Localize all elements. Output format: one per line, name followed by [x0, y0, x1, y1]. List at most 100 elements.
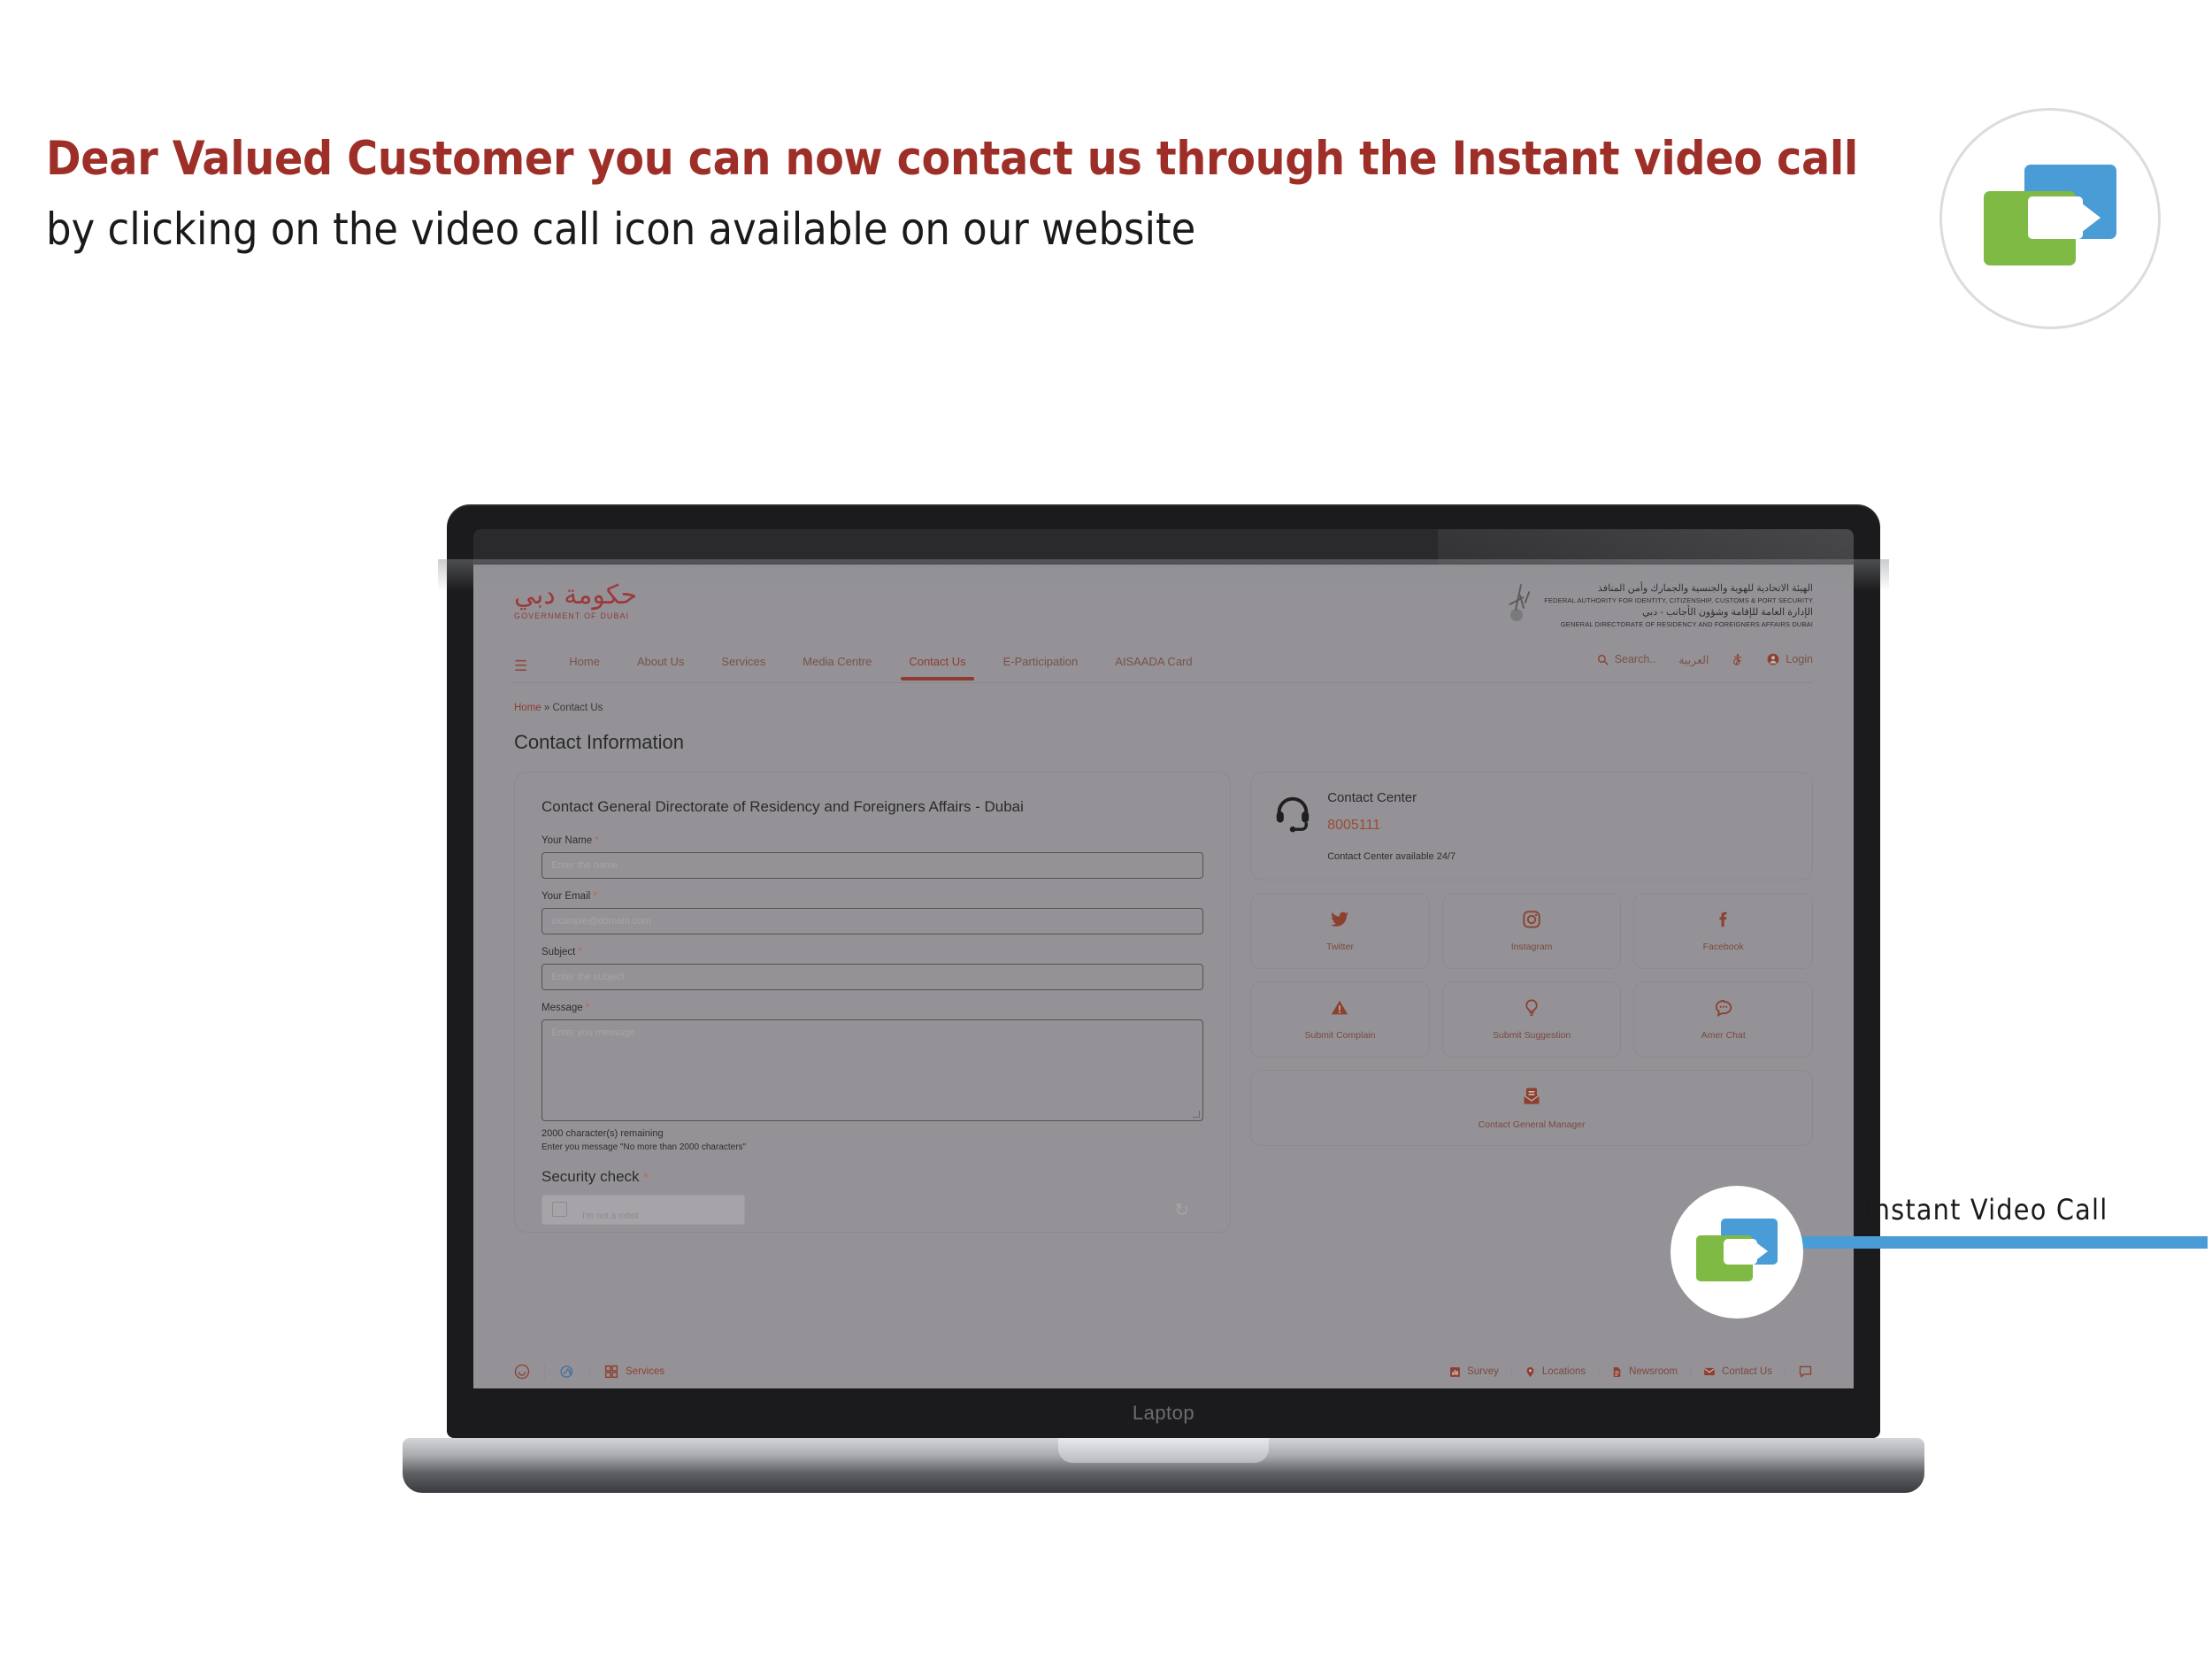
characters-remaining: 2000 character(s) remaining [541, 1127, 664, 1139]
footer-locations-link[interactable]: Locations [1512, 1365, 1600, 1378]
search-icon [1597, 654, 1609, 665]
laptop-lid: حكومة دبي GOVERNMENT OF DUBAI FEDERAL AU… [447, 504, 1880, 1438]
footer-chat-button[interactable] [1786, 1365, 1813, 1380]
recaptcha-widget[interactable]: I'm not a robot ↻ [541, 1194, 1203, 1225]
tile-submit-suggestion[interactable]: Submit Suggestion [1441, 980, 1622, 1057]
lightbulb-icon [1522, 998, 1541, 1019]
contact-center-card: Contact Center 8005111 Contact Center av… [1250, 771, 1813, 880]
accessibility-icon [1733, 654, 1742, 665]
footer-link-label: Contact Us [1722, 1366, 1772, 1377]
label-your-name: Your Name * [541, 835, 1203, 846]
nav-item-contact-us[interactable]: Contact Us [890, 650, 984, 682]
tile-submit-complain[interactable]: Submit Complain [1250, 980, 1430, 1057]
quick-links-grid: Twitter Instagram Facebook Submit Compla… [1250, 892, 1813, 1146]
tile-facebook[interactable]: Facebook [1633, 892, 1813, 969]
contact-form-card: Contact General Directorate of Residency… [514, 771, 1232, 1233]
federal-english-line-1: FEDERAL AUTHORITY FOR IDENTITY, CITIZENS… [1544, 596, 1813, 604]
required-mark: * [593, 890, 597, 902]
sign-language-icon[interactable] [545, 1364, 590, 1380]
footer-newsroom-link[interactable]: Newsroom [1599, 1365, 1692, 1378]
facebook-icon [1714, 910, 1733, 931]
footer-left-group: Services [514, 1364, 679, 1380]
poster-canvas: Dear Valued Customer you can now contact… [0, 0, 2212, 1661]
language-toggle[interactable]: العربية [1678, 653, 1709, 666]
security-check-label: Security check [541, 1167, 640, 1185]
tile-label: Twitter [1326, 941, 1354, 952]
form-title: Contact General Directorate of Residency… [541, 797, 1024, 815]
nav-item-aisaada-card[interactable]: AISAADA Card [1096, 650, 1210, 682]
label-message: Message * [541, 1003, 1203, 1013]
search-control[interactable]: Search.. [1597, 653, 1656, 666]
breadcrumb-separator: » [543, 702, 550, 713]
your-name-input[interactable]: Enter the name [541, 851, 1204, 879]
footer-services-label: Services [626, 1366, 665, 1377]
security-check-title: Security check * [541, 1168, 1203, 1186]
callout-label: Instant Video Call [1865, 1193, 2108, 1227]
breadcrumb-home[interactable]: Home [514, 703, 541, 713]
label-subject: Subject * [541, 947, 1203, 957]
envelope-document-icon [1521, 1086, 1542, 1109]
contact-center-text: Contact Center 8005111 Contact Center av… [1327, 790, 1455, 862]
user-circle-icon [1767, 653, 1779, 665]
footer-right-group: Survey Locations Newsroom Contact Us [1437, 1365, 1813, 1380]
recaptcha-box [541, 1194, 745, 1225]
smiley-icon[interactable] [514, 1364, 545, 1380]
page-title: Contact Information [514, 730, 684, 753]
gov-logo-latin: GOVERNMENT OF DUBAI [514, 611, 630, 620]
map-pin-icon [1526, 1366, 1534, 1377]
nav-left-group: ☰ Home About Us Services Media Centre Co… [514, 650, 1211, 682]
tile-label: Amer Chat [1701, 1029, 1746, 1041]
nav-item-services[interactable]: Services [703, 650, 784, 682]
hamburger-icon[interactable]: ☰ [514, 658, 527, 673]
tile-label: Contact General Manager [1478, 1119, 1586, 1130]
required-mark: * [595, 834, 599, 846]
nav-item-about-us[interactable]: About Us [618, 650, 703, 682]
contact-center-phone[interactable]: 8005111 [1327, 818, 1455, 834]
footer-contact-us-link[interactable]: Contact Us [1691, 1365, 1786, 1378]
footer-link-label: Survey [1467, 1366, 1499, 1377]
nav-item-home[interactable]: Home [550, 650, 618, 682]
tile-twitter[interactable]: Twitter [1250, 892, 1430, 969]
your-email-input[interactable]: example@domain.com [541, 907, 1204, 934]
chat-bubble-dots-icon [1714, 998, 1733, 1019]
warning-triangle-icon [1330, 998, 1349, 1019]
main-navigation: ☰ Home About Us Services Media Centre Co… [514, 650, 1813, 683]
nav-item-e-participation[interactable]: E-Participation [985, 650, 1097, 682]
headline-secondary: by clicking on the video call icon avail… [46, 204, 1196, 256]
search-label: Search.. [1614, 653, 1656, 666]
message-textarea[interactable]: Enter you message [541, 1019, 1204, 1121]
laptop-chin: Laptop [447, 1388, 1880, 1438]
headline-primary: Dear Valued Customer you can now contact… [46, 132, 1858, 186]
instant-video-call-launcher[interactable] [1671, 1186, 1803, 1319]
login-control[interactable]: Login [1767, 653, 1813, 665]
chat-icon [1799, 1365, 1812, 1377]
tile-label: Submit Complain [1304, 1029, 1376, 1041]
breadcrumb-current: Contact Us [552, 702, 603, 713]
tile-instagram[interactable]: Instagram [1441, 892, 1622, 969]
laptop-reflection [438, 559, 1889, 591]
subject-input[interactable]: Enter the subject [541, 963, 1204, 990]
headline-block: Dear Valued Customer you can now contact… [46, 132, 1904, 256]
label-subject-text: Subject [541, 946, 576, 957]
federal-arabic-line-2: الإدارة العامة للإقامة وشؤون الأجانب - د… [1642, 606, 1813, 618]
footer-survey-link[interactable]: Survey [1437, 1365, 1512, 1378]
tile-label: Submit Suggestion [1493, 1029, 1571, 1041]
federal-english-line-2: GENERAL DIRECTORATE OF RESIDENCY AND FOR… [1560, 619, 1813, 628]
label-message-text: Message [541, 1002, 583, 1013]
label-your-email: Your Email * [541, 891, 1203, 902]
accessibility-control[interactable] [1732, 653, 1744, 665]
label-your-email-text: Your Email [541, 890, 591, 902]
tile-contact-general-manager[interactable]: Contact General Manager [1250, 1069, 1813, 1146]
device-label: Laptop [1132, 1402, 1195, 1424]
your-name-placeholder: Enter the name [551, 859, 618, 871]
recaptcha-checkbox[interactable] [552, 1201, 567, 1217]
nav-item-media-centre[interactable]: Media Centre [784, 650, 890, 682]
laptop-mockup: حكومة دبي GOVERNMENT OF DUBAI FEDERAL AU… [403, 504, 1924, 1493]
footer-services-link[interactable]: Services [590, 1365, 679, 1379]
mail-icon [1704, 1367, 1715, 1376]
your-email-placeholder: example@domain.com [551, 915, 651, 927]
required-mark: * [643, 1170, 649, 1184]
laptop-screen: حكومة دبي GOVERNMENT OF DUBAI FEDERAL AU… [473, 565, 1854, 1388]
tile-amer-chat[interactable]: Amer Chat [1633, 980, 1813, 1057]
required-mark: * [578, 946, 583, 957]
